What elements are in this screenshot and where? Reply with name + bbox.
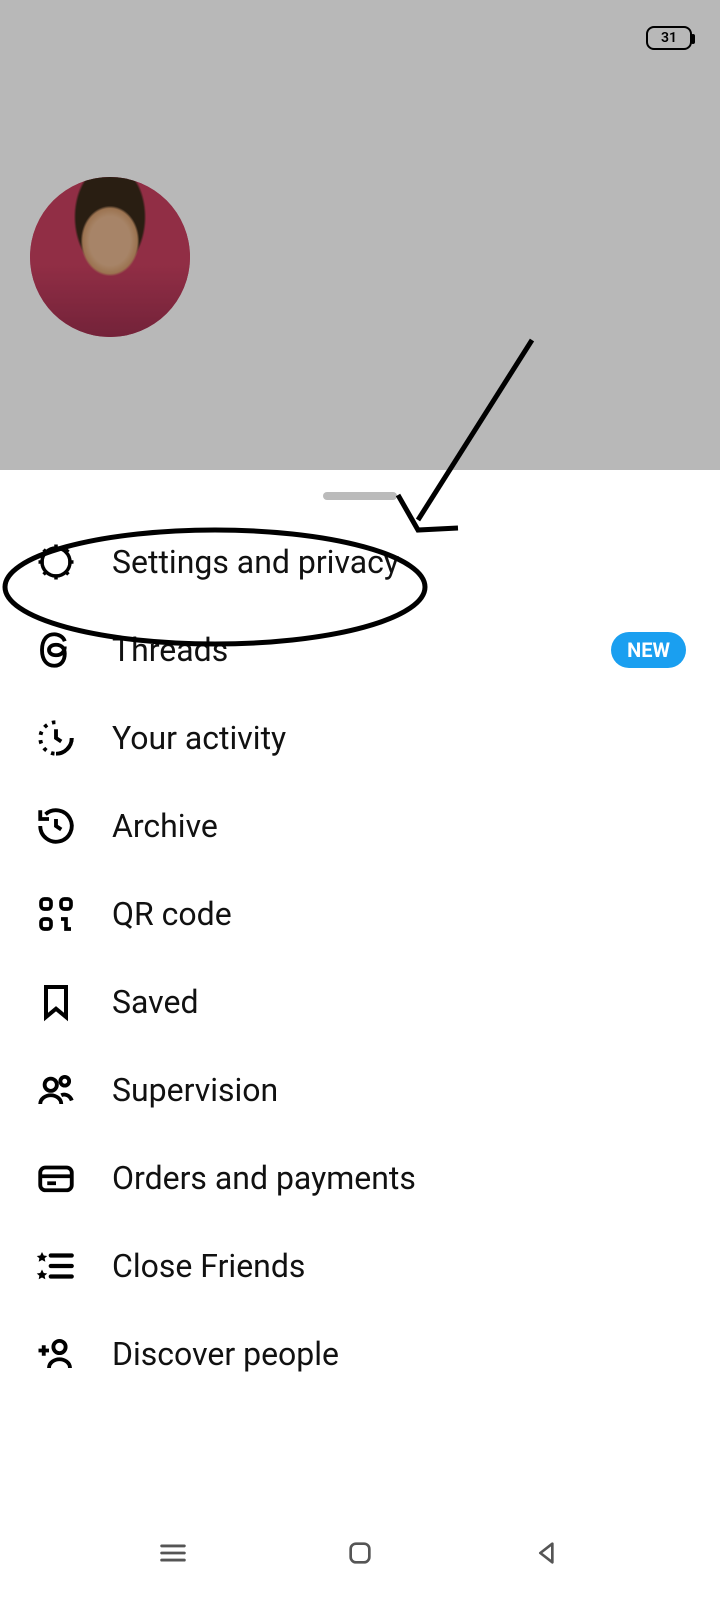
menu-item-orders[interactable]: Orders and payments	[0, 1134, 720, 1222]
menu-item-label: QR code	[112, 895, 686, 933]
recents-button[interactable]	[153, 1533, 193, 1573]
sheet-drag-handle[interactable]	[323, 492, 397, 500]
bookmark-icon	[34, 980, 78, 1024]
discover-icon	[34, 1332, 78, 1376]
menu-item-label: Supervision	[112, 1071, 686, 1109]
menu-item-label: Threads	[112, 631, 577, 669]
menu-item-qr[interactable]: QR code	[0, 870, 720, 958]
menu-item-label: Your activity	[112, 719, 686, 757]
card-icon	[34, 1156, 78, 1200]
menu-item-supervision[interactable]: Supervision	[0, 1046, 720, 1134]
qr-icon	[34, 892, 78, 936]
menu-item-label: Orders and payments	[112, 1159, 686, 1197]
gear-icon	[34, 540, 78, 584]
menu-bottom-sheet: Settings and privacy Threads NEW Your ac…	[0, 470, 720, 1600]
menu-item-threads[interactable]: Threads NEW	[0, 606, 720, 694]
menu-item-label: Archive	[112, 807, 686, 845]
menu-item-settings[interactable]: Settings and privacy	[0, 518, 720, 606]
menu-item-close-friends[interactable]: Close Friends	[0, 1222, 720, 1310]
menu-list: Settings and privacy Threads NEW Your ac…	[0, 518, 720, 1398]
back-button[interactable]	[527, 1533, 567, 1573]
battery-indicator: 31	[646, 26, 692, 50]
menu-item-saved[interactable]: Saved	[0, 958, 720, 1046]
menu-item-label: Settings and privacy	[112, 543, 686, 581]
menu-item-discover[interactable]: Discover people	[0, 1310, 720, 1398]
threads-icon	[34, 628, 78, 672]
system-nav-bar	[0, 1506, 720, 1600]
menu-item-label: Discover people	[112, 1335, 686, 1373]
avatar[interactable]	[30, 177, 190, 337]
menu-item-label: Saved	[112, 983, 686, 1021]
home-button[interactable]	[340, 1533, 380, 1573]
archive-icon	[34, 804, 78, 848]
new-badge: NEW	[611, 632, 686, 668]
close-friends-icon	[34, 1244, 78, 1288]
menu-item-activity[interactable]: Your activity	[0, 694, 720, 782]
supervision-icon	[34, 1068, 78, 1112]
activity-icon	[34, 716, 78, 760]
menu-item-archive[interactable]: Archive	[0, 782, 720, 870]
menu-item-label: Close Friends	[112, 1247, 686, 1285]
